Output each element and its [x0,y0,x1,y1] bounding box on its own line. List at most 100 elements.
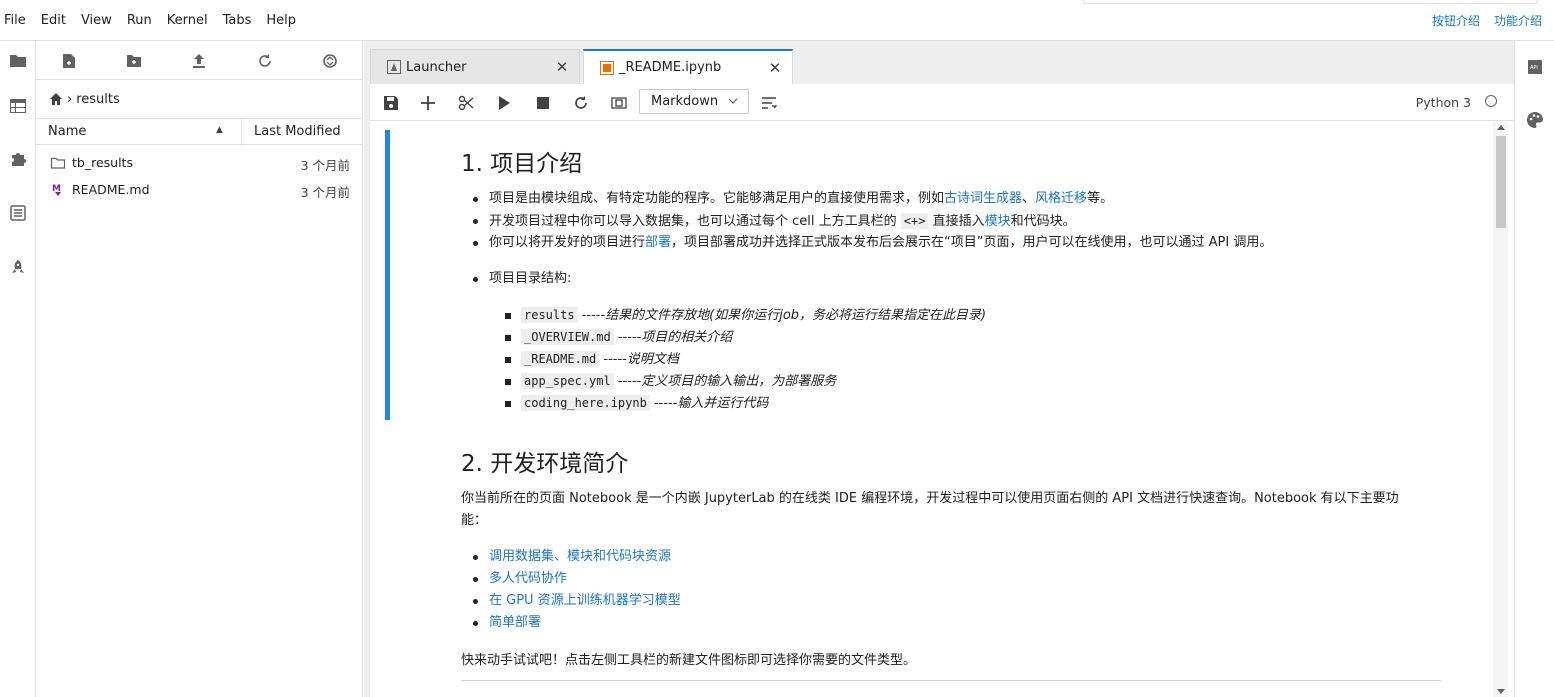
try-it-paragraph: 快来动手试试吧！点击左侧工具栏的新建文件图标即可选择你需要的文件类型。 [461,653,917,668]
refresh-icon[interactable] [255,51,275,71]
file-modified: 3 个月前 [300,185,350,200]
directory-structure-list: results -----结果的文件存放地(如果你运行job，务必将运行结果指定… [461,304,986,414]
notebook-icon [600,60,614,75]
left-sidebar [0,41,36,697]
heading-dev-env: 2. 开发环境简介 [461,451,629,477]
menu-edit[interactable]: Edit [41,0,66,41]
right-sidebar: API [1514,41,1554,697]
home-icon[interactable] [49,92,63,106]
list-item: app_spec.yml -----定义项目的输入输出，为部署服务 [461,370,986,392]
top-search-box[interactable] [1083,0,1538,4]
menu-kernel[interactable]: Kernel [167,0,208,41]
file-row-readme[interactable]: M README.md 3 个月前 [36,176,362,203]
format-icon[interactable] [759,93,779,113]
features-list: 调用数据集、模块和代码块资源 多人代码协作 在 GPU 资源上训练机器学习模型 … [461,546,681,634]
link-collaboration[interactable]: 多人代码协作 [489,571,567,586]
file-name: README.md [72,182,150,197]
stop-icon[interactable] [533,93,553,113]
list-item: 调用数据集、模块和代码块资源 [461,546,681,568]
link-gpu-training[interactable]: 在 GPU 资源上训练机器学习模型 [489,593,681,608]
launcher-icon [387,60,401,74]
puzzle-icon[interactable] [6,147,30,171]
column-divider [241,119,242,146]
active-cell-indicator [385,130,390,420]
main-area: Launcher ✕ _README.ipynb ✕ Markdown Pyth… [364,41,1514,697]
kernel-name[interactable]: Python 3 [1416,95,1471,110]
scroll-up-icon[interactable] [1497,125,1505,130]
list-icon[interactable] [6,201,30,225]
close-icon[interactable]: ✕ [768,59,782,77]
file-list-header: Name ▲ Last Modified [36,118,362,146]
menu-view[interactable]: View [81,0,112,41]
column-last-modified[interactable]: Last Modified [254,124,341,139]
tab-bar: Launcher ✕ _README.ipynb ✕ [364,41,1514,84]
link-style-transfer[interactable]: 风格迁移 [1035,191,1087,206]
file-browser: › results Name ▲ Last Modified tb_result… [36,41,363,697]
new-folder-icon[interactable] [124,51,144,71]
tab-label: Launcher [406,59,467,75]
folder-icon[interactable] [6,49,30,73]
structure-label-list: 项目目录结构: [461,268,571,290]
menu-tabs[interactable]: Tabs [223,0,252,41]
list-item: results -----结果的文件存放地(如果你运行job，务必将运行结果指定… [461,304,986,326]
buttons-intro-link[interactable]: 按钮介绍 [1432,12,1480,29]
table-icon[interactable] [6,94,30,118]
link-deploy[interactable]: 部署 [645,235,671,250]
link-simple-deploy[interactable]: 简单部署 [489,615,541,630]
dev-env-paragraph: 你当前所在的页面 Notebook 是一个内嵌 JupyterLab 的在线类 … [461,491,1399,528]
sync-icon[interactable] [320,51,340,71]
file-name: tb_results [72,155,133,170]
api-doc-icon[interactable]: API [1525,57,1545,77]
rocket-icon[interactable] [6,255,30,279]
folder-icon [50,157,66,169]
restart-icon[interactable] [571,93,591,113]
sort-ascending-icon[interactable]: ▲ [216,125,223,135]
vertical-scrollbar[interactable] [1493,122,1508,697]
list-item: 简单部署 [461,612,681,634]
breadcrumb-separator: › [67,91,73,107]
save-icon[interactable] [381,93,401,113]
features-intro-link[interactable]: 功能介绍 [1494,12,1542,29]
cell-type-value: Markdown [651,94,719,109]
file-modified: 3 个月前 [300,158,350,173]
list-item: coding_here.ipynb -----输入并运行代码 [461,392,986,414]
file-row-tb-results[interactable]: tb_results 3 个月前 [36,149,362,176]
cut-icon[interactable] [456,93,476,113]
file-browser-toolbar [36,41,362,80]
upload-icon[interactable] [189,51,209,71]
menu-help[interactable]: Help [266,0,296,41]
list-item: 开发项目过程中你可以导入数据集，也可以通过每个 cell 上方工具栏的 <+> … [461,210,1272,232]
chevron-down-icon [728,98,738,104]
column-name[interactable]: Name [48,124,86,139]
scroll-down-icon[interactable] [1497,689,1505,694]
palette-icon[interactable] [1525,110,1545,130]
close-icon[interactable]: ✕ [555,58,569,76]
add-cell-icon[interactable] [418,93,438,113]
markdown-icon: M [52,184,61,196]
notebook-toolbar: Markdown Python 3 [370,84,1514,121]
breadcrumb-results[interactable]: results [76,92,120,107]
link-module[interactable]: 模块 [985,214,1011,229]
svg-text:API: API [1530,65,1538,71]
horizontal-rule [461,680,1441,681]
notebook-content: 1. 项目介绍 项目是由模块组成、有特定功能的程序。它能够满足用户的直接使用需求… [370,122,1514,697]
list-item: 项目目录结构: [461,268,571,290]
fast-forward-icon[interactable] [609,93,629,113]
menu-run[interactable]: Run [127,0,152,41]
list-item: _README.md -----说明文档 [461,348,986,370]
menu-file[interactable]: File [4,0,26,41]
list-item: 项目是由模块组成、有特定功能的程序。它能够满足用户的直接使用需求，例如古诗词生成… [461,188,1272,210]
cell-type-select[interactable]: Markdown [639,89,749,114]
top-links: 按钮介绍 功能介绍 [1418,12,1542,29]
tab-launcher[interactable]: Launcher ✕ [370,49,580,84]
intro-list: 项目是由模块组成、有特定功能的程序。它能够满足用户的直接使用需求，例如古诗词生成… [461,188,1272,254]
main-menu: File Edit View Run Kernel Tabs Help [0,0,1554,41]
list-item: _OVERVIEW.md -----项目的相关介绍 [461,326,986,348]
tab-readme-notebook[interactable]: _README.ipynb ✕ [583,49,793,84]
run-icon[interactable] [494,93,514,113]
notebook-panel: Markdown Python 3 1. 项目介绍 项目是由模块组成、有特定功能… [370,84,1514,697]
new-file-icon[interactable] [59,51,79,71]
link-poetry-generator[interactable]: 古诗词生成器 [944,191,1022,206]
link-resources[interactable]: 调用数据集、模块和代码块资源 [489,549,671,564]
scrollbar-thumb[interactable] [1496,136,1506,228]
